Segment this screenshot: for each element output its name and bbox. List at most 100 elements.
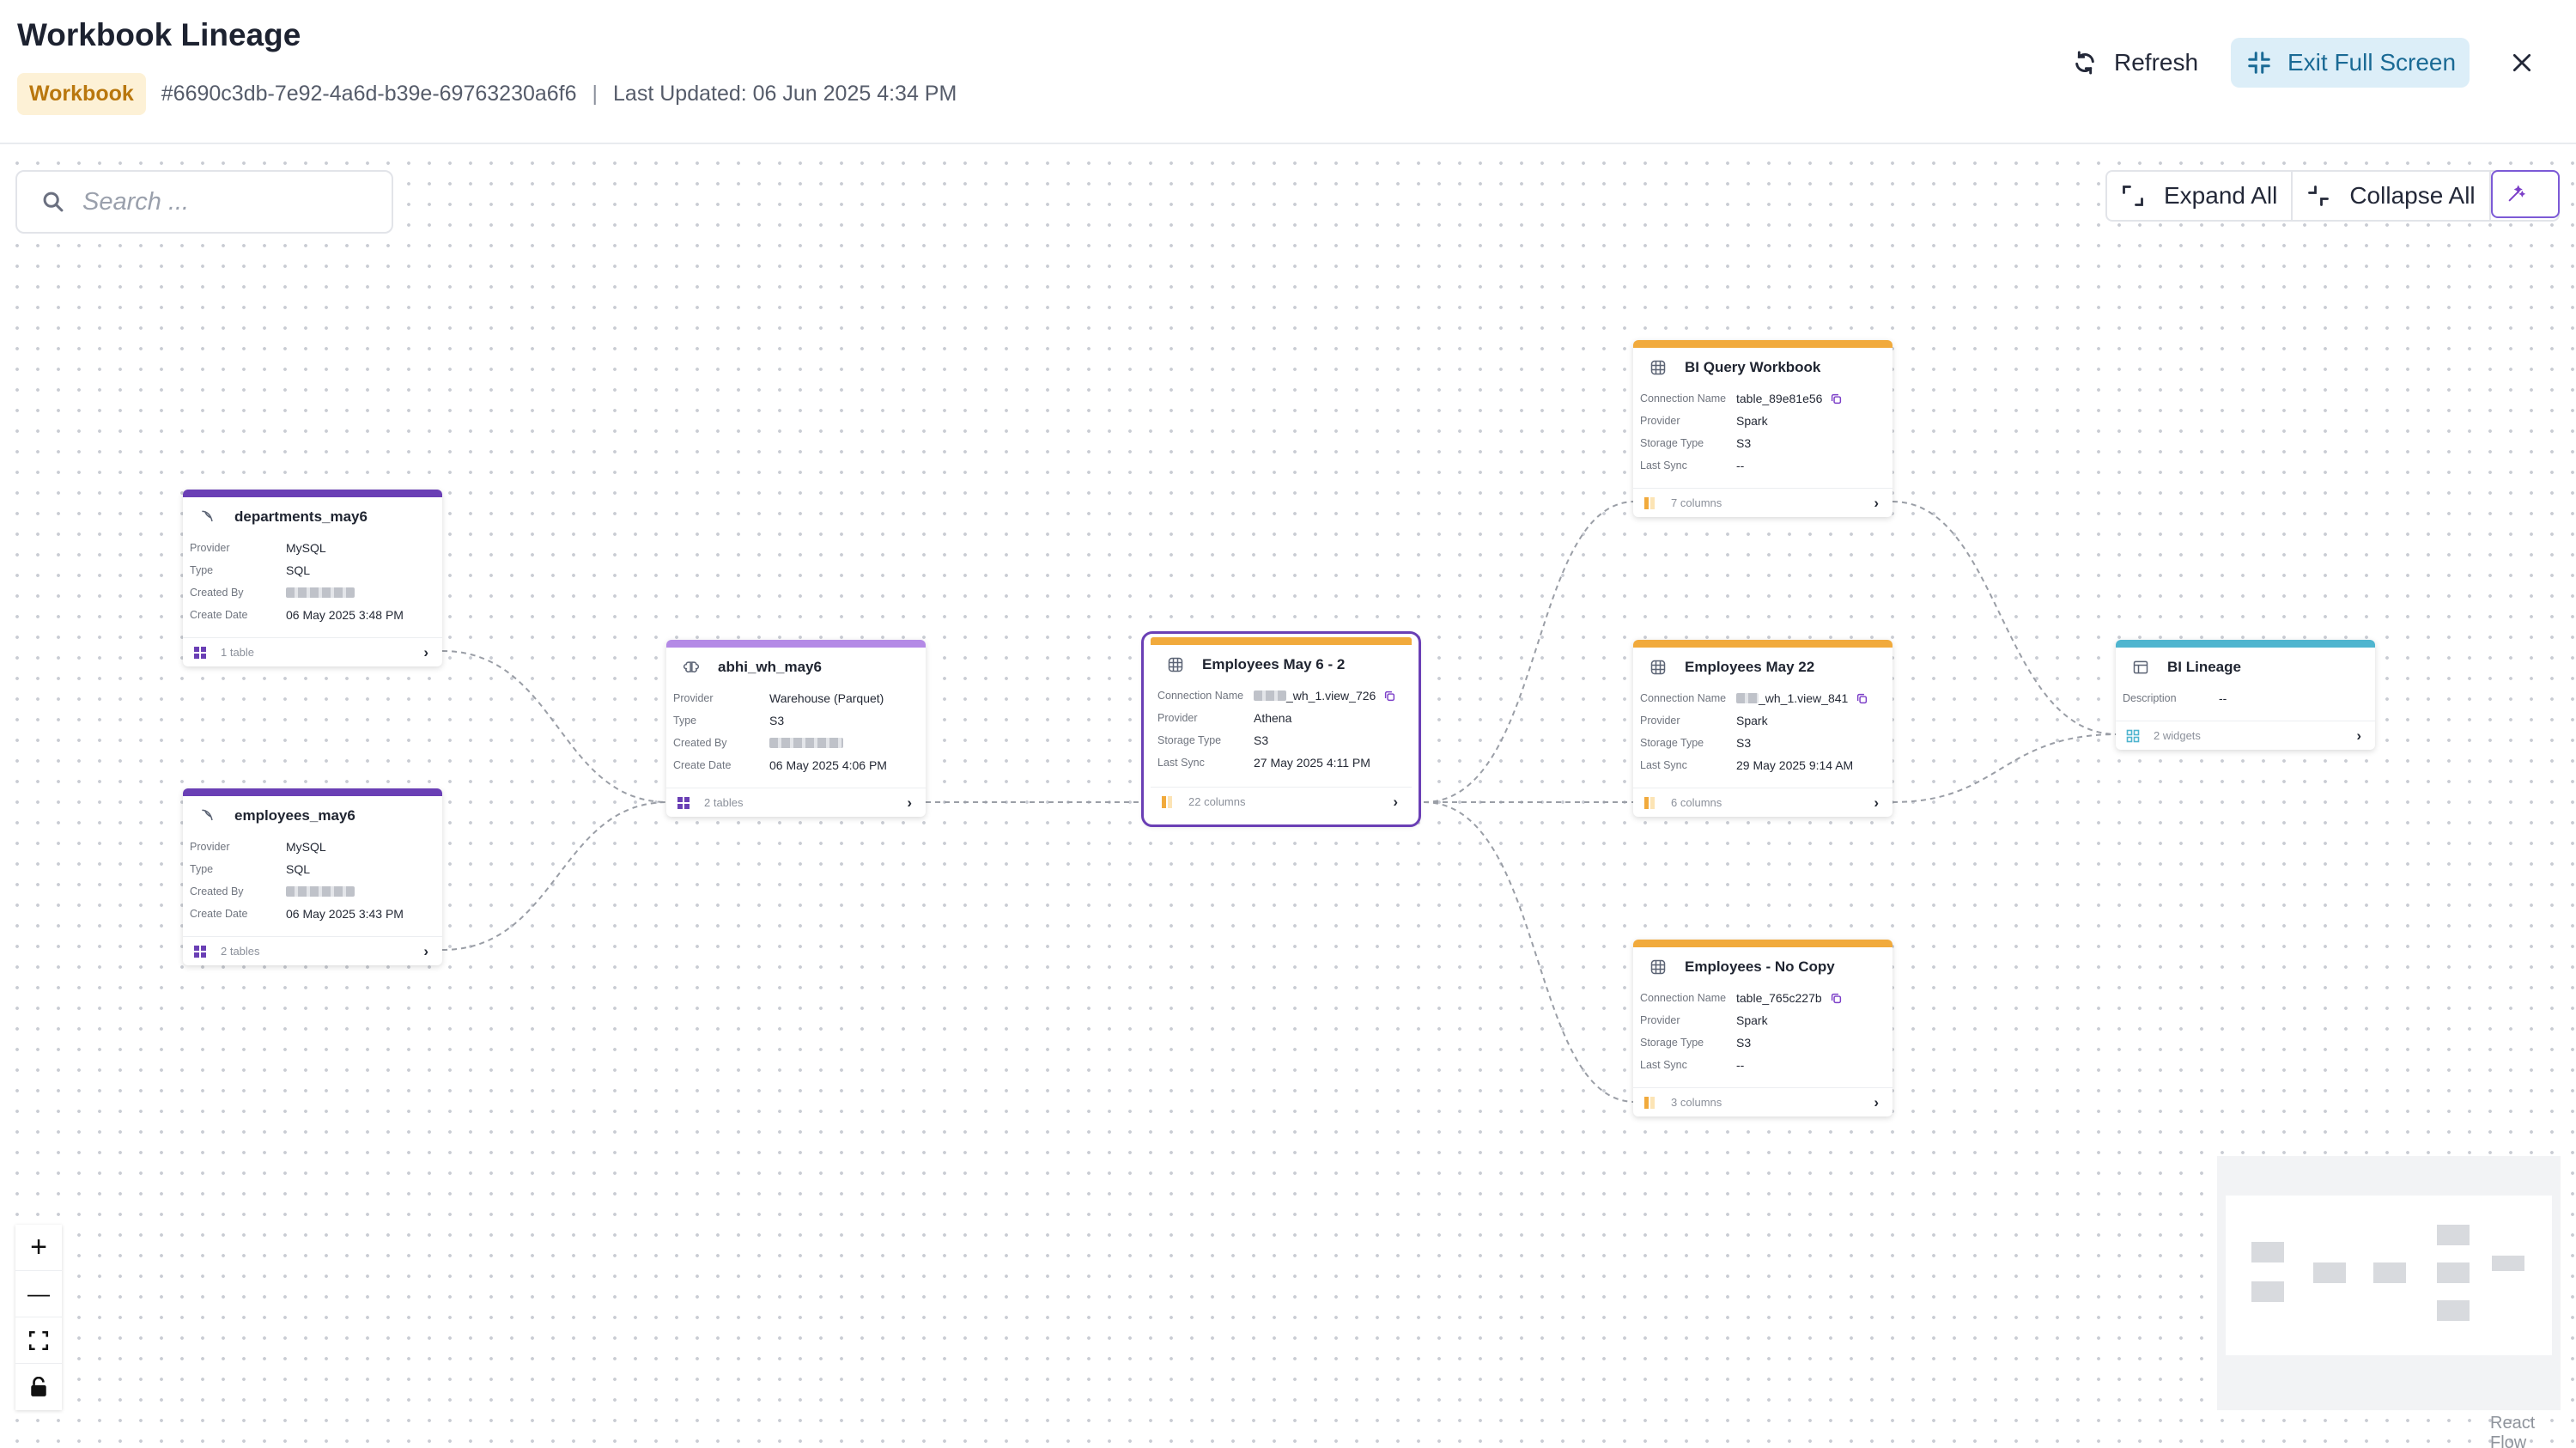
search-input[interactable] (82, 187, 374, 216)
footer-count: 7 columns (1671, 496, 1722, 509)
page-header: Workbook Lineage Workbook #6690c3db-7e92… (0, 0, 2576, 144)
node-header: departments_may6 (183, 497, 442, 537)
storage-type-value: S3 (1736, 736, 1752, 750)
edge-employees-abhi (441, 801, 669, 951)
expand-icon (2123, 186, 2143, 206)
refresh-icon (2075, 51, 2094, 75)
exit-fullscreen-icon (2248, 52, 2270, 74)
chevron-right-icon[interactable]: › (1874, 794, 1879, 812)
react-flow-attribution[interactable]: React Flow (2490, 1414, 2576, 1448)
table-grid-icon (193, 646, 207, 660)
chevron-right-icon[interactable]: › (1874, 1094, 1879, 1111)
footer-count: 2 widgets (2154, 729, 2201, 742)
node-title: Employees May 22 (1685, 659, 1815, 675)
provider-value: MySQL (286, 541, 326, 555)
chevron-right-icon[interactable]: › (2356, 727, 2361, 745)
node-footer[interactable]: 3 columns › (1633, 1087, 1893, 1116)
chevron-right-icon[interactable]: › (423, 644, 428, 661)
copy-icon[interactable] (1856, 693, 1868, 704)
zoom-in-button[interactable]: + (15, 1225, 62, 1271)
close-button[interactable] (2511, 38, 2549, 88)
field-label: Last Sync (1157, 757, 1205, 769)
create-date-value: 06 May 2025 3:43 PM (286, 907, 404, 921)
node-footer[interactable]: 2 tables › (666, 788, 926, 817)
field-label: Provider (1640, 1014, 1680, 1026)
chevron-right-icon[interactable]: › (423, 943, 428, 960)
mysql-dolphin-icon (198, 806, 217, 825)
node-footer[interactable]: 2 tables › (183, 936, 442, 965)
zoom-out-button[interactable]: — (15, 1271, 62, 1317)
minimap-node (2492, 1256, 2524, 1271)
provider-value: MySQL (286, 840, 326, 854)
workbook-meta: Workbook #6690c3db-7e92-4a6d-b39e-697632… (17, 72, 957, 115)
flow-controls: + — (15, 1225, 62, 1410)
minimap[interactable] (2217, 1156, 2561, 1410)
auto-layout-button[interactable] (2490, 170, 2560, 218)
mysql-dolphin-icon (198, 508, 217, 526)
lock-button[interactable] (15, 1364, 62, 1410)
field-label: Last Sync (1640, 759, 1687, 771)
field-label: Provider (1640, 415, 1680, 427)
provider-value: Spark (1736, 714, 1768, 727)
copy-icon[interactable] (1831, 993, 1842, 1004)
chevron-right-icon[interactable]: › (1393, 794, 1398, 811)
node-footer[interactable]: 2 widgets › (2116, 721, 2375, 750)
field-label: Created By (190, 885, 244, 897)
footer-count: 22 columns (1188, 795, 1246, 808)
node-color-bar (1633, 640, 1893, 648)
node-title: BI Lineage (2167, 659, 2241, 675)
field-label: Storage Type (1157, 734, 1222, 746)
workbook-layout-icon (2131, 658, 2150, 677)
last-sync-value: -- (1736, 459, 1745, 472)
chevron-right-icon[interactable]: › (1874, 495, 1879, 512)
node-employees-no-copy[interactable]: Employees - No Copy Connection Name table… (1633, 940, 1893, 1116)
node-footer[interactable]: 7 columns › (1633, 488, 1893, 517)
connection-name-value: table_89e81e56 (1736, 392, 1823, 405)
node-employees-may22[interactable]: Employees May 22 Connection Name _wh_1.vi… (1633, 640, 1893, 817)
description-value: -- (2219, 691, 2227, 705)
node-footer[interactable]: 22 columns › (1151, 787, 1412, 816)
provider-value: Athena (1254, 711, 1292, 725)
provider-value: Spark (1736, 414, 1768, 428)
node-color-bar (1633, 940, 1893, 947)
last-updated: Last Updated: 06 Jun 2025 4:34 PM (613, 81, 957, 106)
minimap-node (2313, 1262, 2346, 1283)
node-departments-may6[interactable]: departments_may6 Provider MySQL Type SQL C… (183, 490, 442, 666)
chevron-right-icon[interactable]: › (907, 794, 912, 812)
copy-icon[interactable] (1384, 691, 1395, 702)
copy-icon[interactable] (1831, 393, 1842, 405)
lineage-canvas[interactable]: Expand All Collapse All departments_may6… (0, 146, 2576, 1448)
fit-view-icon (28, 1330, 49, 1350)
fit-view-button[interactable] (15, 1317, 62, 1364)
node-header: BI Query Workbook (1633, 348, 1893, 387)
collapse-all-label: Collapse All (2349, 182, 2476, 209)
node-header: abhi_wh_may6 (666, 648, 926, 687)
footer-count: 2 tables (704, 796, 744, 809)
field-label: Created By (673, 737, 727, 749)
node-abhi-wh-may6[interactable]: abhi_wh_may6 Provider Warehouse (Parquet)… (666, 640, 926, 817)
node-bi-lineage[interactable]: BI Lineage Description -- 2 widgets › (2116, 640, 2375, 750)
exit-fullscreen-label: Exit Full Screen (2287, 49, 2457, 76)
columns-icon (1161, 795, 1175, 809)
collapse-all-button[interactable]: Collapse All (2293, 172, 2491, 220)
redacted-user (769, 738, 843, 748)
collapse-icon (2308, 186, 2330, 206)
warehouse-brain-icon (682, 658, 701, 677)
node-footer[interactable]: 6 columns › (1633, 788, 1893, 817)
meta-separator: | (592, 81, 598, 106)
footer-count: 6 columns (1671, 796, 1722, 809)
node-employees-may6[interactable]: employees_may6 Provider MySQL Type SQL Cre… (183, 788, 442, 965)
expand-collapse-toolbar: Expand All Collapse All (2105, 170, 2560, 222)
exit-fullscreen-button[interactable]: Exit Full Screen (2231, 38, 2470, 88)
minimap-node (2437, 1225, 2470, 1245)
node-footer[interactable]: 1 table › (183, 637, 442, 666)
page-title: Workbook Lineage (17, 17, 301, 52)
search-box[interactable] (15, 170, 393, 234)
refresh-button[interactable]: Refresh (2071, 38, 2208, 88)
minimap-node (2373, 1262, 2406, 1283)
redacted-prefix (1254, 691, 1286, 701)
node-bi-query-workbook[interactable]: BI Query Workbook Connection Name table_8… (1633, 340, 1893, 517)
expand-all-button[interactable]: Expand All (2107, 172, 2293, 220)
minimap-node (2437, 1300, 2470, 1321)
node-employees-may6-2[interactable]: Employees May 6 - 2 Connection Name _wh_1… (1141, 631, 1421, 827)
